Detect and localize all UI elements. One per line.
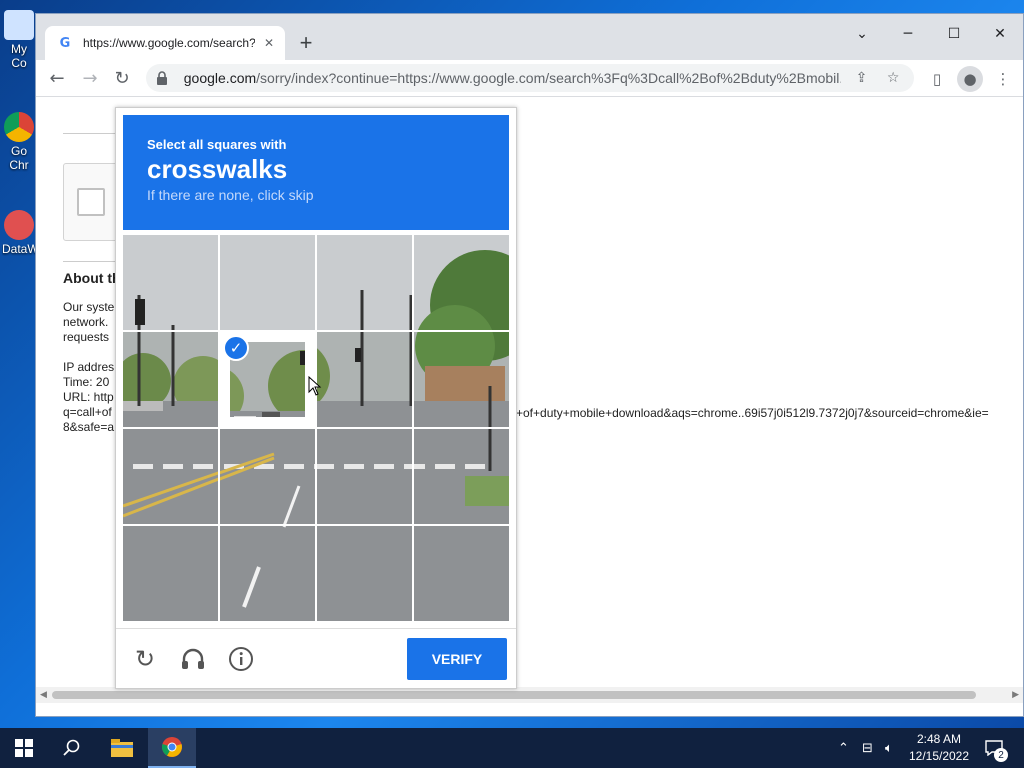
menu-kebab-icon[interactable]: ⋮ [990, 66, 1016, 92]
computer-icon [4, 10, 34, 40]
challenge-header: Select all squares with crosswalks If th… [123, 115, 509, 230]
audio-challenge-icon[interactable] [178, 644, 208, 674]
back-button[interactable]: ← [43, 64, 71, 92]
captcha-tile[interactable] [317, 332, 412, 427]
show-hidden-icons-icon[interactable]: ⌃ [838, 728, 849, 768]
captcha-tile[interactable] [317, 429, 412, 524]
recaptcha-challenge: Select all squares with crosswalks If th… [115, 107, 517, 689]
instruction-target: crosswalks [147, 154, 288, 184]
search-icon[interactable] [48, 728, 96, 768]
google-favicon-icon: G [59, 35, 71, 51]
verify-button[interactable]: VERIFY [407, 638, 507, 680]
notification-badge: 2 [994, 748, 1008, 762]
bookmark-star-icon[interactable]: ☆ [882, 67, 904, 89]
chrome-icon [4, 112, 34, 142]
scrollbar-thumb[interactable] [52, 691, 976, 699]
start-button[interactable] [0, 728, 48, 768]
about-line: network. [63, 315, 109, 329]
captcha-tile[interactable] [123, 332, 218, 427]
about-text: Our syste network. requests IP addres Ti… [63, 300, 123, 435]
recaptcha-checkbox-card [63, 163, 123, 241]
captcha-tile[interactable] [220, 429, 315, 524]
mouse-cursor-icon [308, 376, 322, 396]
file-explorer-icon[interactable] [98, 728, 146, 768]
windows-logo-icon [15, 739, 33, 757]
desktop-icon-label: My Co [11, 42, 27, 70]
reload-button[interactable]: ↻ [108, 64, 136, 92]
notification-center-icon[interactable]: 2 [982, 736, 1008, 762]
close-window-button[interactable]: ✕ [977, 22, 1023, 46]
about-line: 8&safe=a [63, 420, 115, 434]
browser-tab[interactable]: G https://www.google.com/search? ✕ [45, 26, 285, 60]
maximize-button[interactable]: ☐ [931, 22, 977, 46]
volume-icon[interactable]: 🔈︎ [885, 728, 893, 768]
chrome-taskbar-icon[interactable] [148, 728, 196, 768]
instruction-small: Select all squares with [147, 137, 287, 152]
captcha-tile[interactable] [123, 429, 218, 524]
tab-close-icon[interactable]: ✕ [261, 35, 277, 51]
forward-button[interactable]: → [76, 64, 104, 92]
captcha-tile[interactable] [414, 332, 509, 427]
captcha-tile[interactable] [414, 235, 509, 330]
url-path: /sorry/index?continue=https://www.google… [256, 70, 841, 86]
tab-strip: G https://www.google.com/search? ✕ + ⌄ ─… [36, 14, 1023, 60]
captcha-tile[interactable] [220, 235, 315, 330]
url-tail-text: +of+duty+mobile+download&aqs=chrome..69i… [516, 406, 989, 420]
about-line: q=call+of [63, 405, 112, 419]
desktop-icon-label: Go Chr [9, 144, 29, 172]
challenge-footer: ↻ VERIFY [116, 628, 516, 690]
scroll-left-icon[interactable]: ◀ [40, 689, 47, 700]
info-icon[interactable] [226, 644, 256, 674]
desktop-icon-my-computer[interactable]: My Co [2, 10, 36, 70]
recaptcha-checkbox[interactable] [77, 188, 105, 216]
taskbar: ⌃ ⊟ 🔈︎ 2:48 AM 12/15/2022 2 [0, 728, 1024, 768]
url-text: google.com/sorry/index?continue=https://… [184, 70, 841, 86]
captcha-tile[interactable] [317, 235, 412, 330]
new-tab-button[interactable]: + [294, 30, 318, 55]
desktop-icon-label: DataW [2, 242, 36, 256]
tab-title: https://www.google.com/search? [83, 36, 255, 50]
captcha-tile[interactable] [414, 429, 509, 524]
captcha-tile[interactable] [123, 235, 218, 330]
about-line: URL: http [63, 390, 114, 404]
captcha-tile[interactable]: ✓ [220, 332, 315, 427]
about-line: Our syste [63, 300, 115, 314]
tab-search-chevron-icon[interactable]: ⌄ [839, 22, 885, 46]
lock-icon [156, 71, 170, 85]
selected-check-icon: ✓ [223, 335, 249, 361]
divider [63, 261, 123, 262]
captcha-tile[interactable] [220, 526, 315, 621]
profile-avatar-icon[interactable]: ● [957, 66, 983, 92]
browser-toolbar: ← → ↻ google.com/sorry/index?continue=ht… [36, 60, 1023, 97]
url-host: google.com [183, 70, 257, 86]
clock-date: 12/15/2022 [908, 749, 970, 763]
image-grid: ✓ [123, 235, 509, 621]
scroll-right-icon[interactable]: ▶ [1012, 689, 1019, 700]
reload-challenge-icon[interactable]: ↻ [130, 644, 160, 674]
divider [63, 133, 123, 134]
desktop-icon-google-chrome[interactable]: Go Chr [2, 112, 36, 172]
about-line: IP addres [63, 360, 115, 374]
desktop-icon-dataw[interactable]: DataW [2, 210, 36, 256]
system-clock[interactable]: 2:48 AM 12/15/2022 [904, 731, 974, 765]
share-icon[interactable]: ⇪ [851, 67, 873, 89]
about-line: Time: 20 [63, 375, 110, 389]
dataw-icon [4, 210, 34, 240]
about-title: About th [63, 270, 121, 286]
captcha-tile[interactable] [414, 526, 509, 621]
minimize-button[interactable]: ─ [885, 22, 931, 46]
about-line: requests [63, 330, 110, 344]
network-icon[interactable]: ⊟ [862, 728, 873, 768]
side-panel-icon[interactable]: ▯ [924, 66, 950, 92]
instruction-sub: If there are none, click skip [147, 187, 314, 203]
address-bar[interactable]: google.com/sorry/index?continue=https://… [146, 64, 914, 92]
clock-time: 2:48 AM [916, 732, 962, 746]
captcha-tile[interactable] [317, 526, 412, 621]
captcha-tile[interactable] [123, 526, 218, 621]
